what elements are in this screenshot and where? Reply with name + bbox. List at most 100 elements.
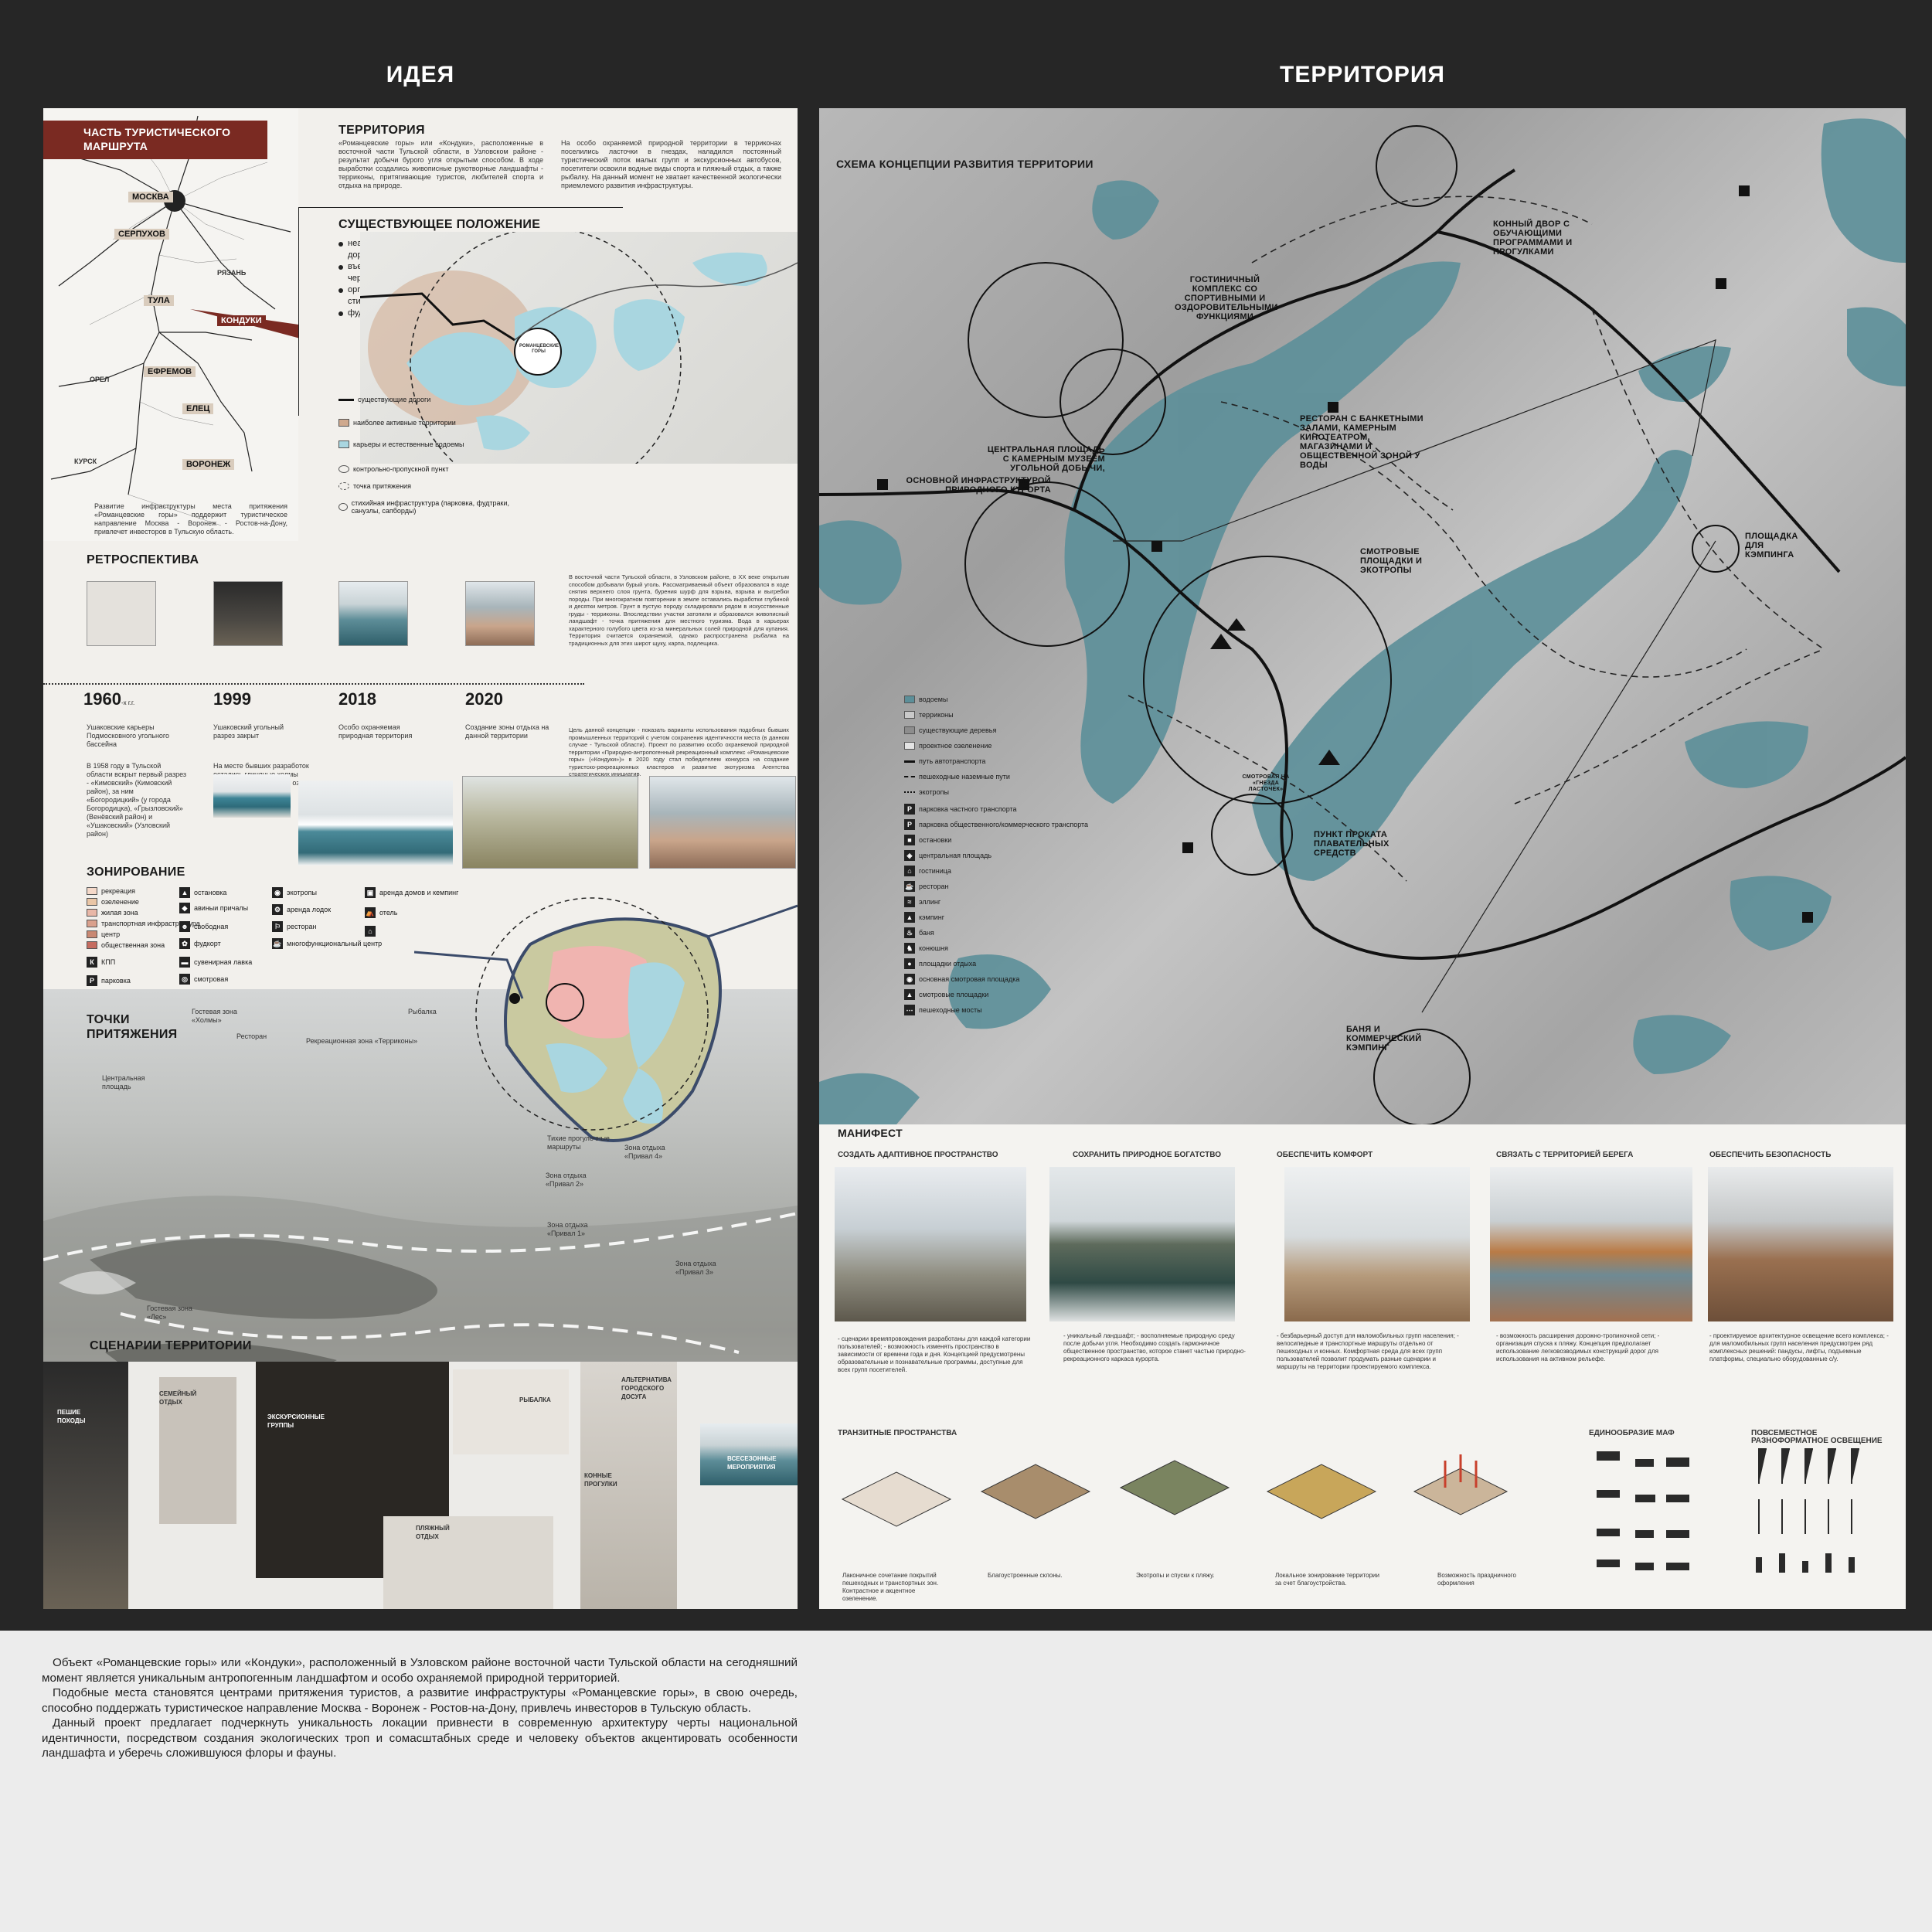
- attraction-label: Рекреационная зона «Терриконы»: [306, 1037, 418, 1045]
- manifest-photo-teepee: [835, 1167, 1026, 1321]
- zoning-legend-row: Pпарковка: [87, 975, 131, 986]
- zoning-legend-row: общественная зона: [87, 941, 165, 949]
- concept-label: БАНЯ И КОММЕРЧЕСКИЙ КЭМПИНГ: [1346, 1025, 1422, 1053]
- retro-photo-lake: [338, 581, 408, 646]
- attraction-label: Зона отдыха «Привал 3»: [675, 1260, 716, 1276]
- description-paragraph: Объект «Романцевские горы» или «Кондуки»…: [42, 1656, 798, 1685]
- manifest-column-title: СОХРАНИТЬ ПРИРОДНОЕ БОГАТСТВО: [1073, 1151, 1222, 1159]
- attraction-label: Гостевая зона «Лес»: [147, 1304, 192, 1321]
- manifest-photo-stairs: [1708, 1167, 1893, 1321]
- retro-photo-cliffs: [649, 776, 796, 869]
- description-paragraph: Подобные места становятся центрами притя…: [42, 1686, 798, 1715]
- manifest-column-title: ОБЕСПЕЧИТЬ КОМФОРТ: [1277, 1151, 1373, 1159]
- zoning-legend-row: ☻ свободная: [179, 921, 228, 932]
- concept-legend: водоемы терриконы существующие деревья п…: [904, 696, 1105, 1128]
- attraction-label: Зона отдыха «Привал 1»: [547, 1221, 588, 1237]
- timeline-text: Ушаковские карьеры Подмосковного угольно…: [87, 723, 170, 748]
- scenario-photo-mountain: [43, 1362, 128, 1609]
- transit-axonometrics: [841, 1460, 1377, 1527]
- retro-photo-map: [87, 581, 156, 646]
- transit-caption: Локальное зонирование территории за счет…: [1275, 1572, 1379, 1587]
- scenario-label: ЭКСКУРСИОННЫЕ ГРУППЫ: [267, 1413, 325, 1429]
- maf-icons: [1597, 1451, 1689, 1570]
- timeline-text: Ушаковский угольный разрез закрыт: [213, 723, 284, 740]
- scenario-label: ПЛЯЖНЫЙ ОТДЫХ: [416, 1525, 450, 1540]
- legend-row: стихийная инфраструктура (парковка, фудт…: [338, 499, 532, 515]
- timeline-year-2020: 2020: [465, 689, 503, 709]
- existing-heading: СУЩЕСТВУЮЩЕЕ ПОЛОЖЕНИЕ: [338, 218, 541, 231]
- zoning-map-drawing: [414, 897, 798, 1142]
- lighting-heading: ПОВСЕМЕСТНОЕ РАЗНОФОРМАТНОЕ ОСВЕЩЕНИЕ: [1751, 1429, 1883, 1445]
- zoning-legend-row: ⚐ ресторан: [272, 921, 317, 932]
- legend-row: контрольно-пропускной пункт: [338, 465, 448, 473]
- concept-label: ЦЕНТРАЛЬНАЯ ПЛОЩАДЬ С КАМЕРНЫМ МУЗЕЕМ УГ…: [987, 445, 1105, 473]
- legend-row: существующие дороги: [338, 396, 430, 403]
- concept-legend-row: ● площадки отдыха: [904, 958, 976, 969]
- attraction-label: Зона отдыха «Привал 2»: [546, 1172, 587, 1188]
- territory-text-1: «Романцевские горы» или «Кондуки», распо…: [338, 139, 543, 189]
- timeline-year-2018: 2018: [338, 689, 376, 709]
- retro-photo-cliff: [465, 581, 535, 646]
- zoning-legend-row: ☕ многофункциональный центр: [272, 938, 383, 949]
- concept-legend-row: существующие деревья: [904, 726, 996, 734]
- manifest-photo-forest-lake: [1049, 1167, 1235, 1321]
- zoning-legend-row: центр: [87, 930, 120, 938]
- map-frame-line: [298, 207, 299, 416]
- concept-heading: СХЕМА КОНЦЕПЦИИ РАЗВИТИЯ ТЕРРИТОРИИ: [836, 158, 1094, 170]
- concept-label: СМОТРОВАЯ НА «ГНЕЗДА ЛАСТОЧЕК»: [1242, 774, 1290, 792]
- zoning-legend-row: ◆ авиныи причалы: [179, 903, 248, 913]
- concept-legend-row: пешеходные наземные пути: [904, 773, 1010, 781]
- legend-row: точка притяжения: [338, 482, 411, 490]
- attraction-label: Рыбалка: [408, 1008, 437, 1015]
- description-paragraph: Данный проект предлагает подчеркнуть уни…: [42, 1716, 798, 1760]
- poster-page: ИДЕЯ ТЕРРИТОРИЯ МОСКВА СЕРПУХОВ РЯЗАНЬ Т…: [0, 0, 1932, 1932]
- zoning-legend-row: К КПП: [87, 957, 115, 968]
- scenario-card-beach: [383, 1516, 553, 1609]
- concept-legend-row: терриконы: [904, 711, 954, 719]
- manifest-column-text: - проектируемое архитектурное освещение …: [1709, 1332, 1889, 1362]
- concept-legend-row: ◉ основная смотровая площадка: [904, 974, 1019, 985]
- city-label-elets: ЕЛЕЦ: [182, 403, 214, 414]
- city-label-kursk: КУРСК: [74, 457, 97, 465]
- timeline-year-1960: 1960-х г.г.: [83, 689, 135, 709]
- manifest-column-title: ОБЕСПЕЧИТЬ БЕЗОПАСНОСТЬ: [1709, 1151, 1832, 1159]
- scenario-label: ПЕШИЕ ПОХОДЫ: [57, 1409, 86, 1424]
- existing-map-center-label: РОМАНЦЕВСКИЕ ГОРЫ: [519, 344, 560, 354]
- attraction-label: Гостевая зона «Холмы»: [192, 1008, 237, 1024]
- panel-title-territory: ТЕРРИТОРИЯ: [1280, 62, 1445, 87]
- existing-legend: существующие дороги наиболее активные те…: [338, 396, 532, 519]
- concept-label: ПУНКТ ПРОКАТА ПЛАВАТЕЛЬНЫХ СРЕДСТВ: [1314, 830, 1389, 858]
- concept-legend-row: ▲ кэмпинг: [904, 912, 944, 923]
- zoning-map: [414, 890, 798, 1168]
- zoning-legend-row: жилая зона: [87, 909, 138, 917]
- zoning-legend-row: ▬ сувенирная лавка: [179, 957, 252, 968]
- transit-heading: ТРАНЗИТНЫЕ ПРОСТРАНСТВА: [838, 1429, 957, 1437]
- concept-legend-row: ⋯ пешеходные мосты: [904, 1005, 982, 1015]
- transit-caption: Благоустроенные склоны.: [988, 1572, 1063, 1579]
- concept-legend-row: Pпарковка частного транспорта: [904, 804, 1017, 815]
- attraction-label: Ресторан: [236, 1032, 267, 1040]
- zoning-legend-row: ▲ остановка: [179, 887, 226, 898]
- manifest-column-title: СВЯЗАТЬ С ТЕРРИТОРИЕЙ БЕРЕГА: [1496, 1151, 1634, 1159]
- timeline-line: [43, 683, 584, 685]
- route-header: ЧАСТЬ ТУРИСТИЧЕСКОГО МАРШРУТА: [83, 126, 231, 152]
- zoning-legend-row: ◉ экотропы: [272, 887, 317, 898]
- zoning-legend-row: ⚙ аренда лодок: [272, 904, 331, 915]
- concept-legend-row: ☕ ресторан: [904, 881, 949, 892]
- zoning-legend-row: рекреация: [87, 887, 135, 895]
- concept-legend-row: проектное озеленение: [904, 742, 992, 750]
- retro-photo-winter-lake: [298, 781, 453, 866]
- transit-axonometric-festive: [1413, 1454, 1509, 1515]
- territory-heading: ТЕРРИТОРИЯ: [338, 124, 425, 137]
- retro-note-1958: В 1958 году в Тульской области вскрыт пе…: [87, 762, 187, 838]
- manifest-photo-tower: [1284, 1167, 1470, 1321]
- scenarios-heading: СЦЕНАРИИ ТЕРРИТОРИИ: [90, 1339, 252, 1352]
- concept-legend-row: ▲ смотровые площадки: [904, 989, 988, 1000]
- concept-legend-row: водоемы: [904, 696, 947, 703]
- zoning-legend-row: ⛺ отель: [365, 907, 398, 918]
- concept-label: ОСНОВНОЙ ИНФРАСТРУКТУРОЙ ПРИРОДНОГО КУРО…: [906, 476, 1051, 495]
- manifest-column-text: - сценарии времяпровождения разработаны …: [838, 1335, 1031, 1373]
- timeline-text: Создание зоны отдыха на данной территори…: [465, 723, 549, 740]
- manifest-column-text: - уникальный ландшафт; - восполняемые пр…: [1063, 1332, 1246, 1362]
- zoning-heading: ЗОНИРОВАНИЕ: [87, 866, 185, 879]
